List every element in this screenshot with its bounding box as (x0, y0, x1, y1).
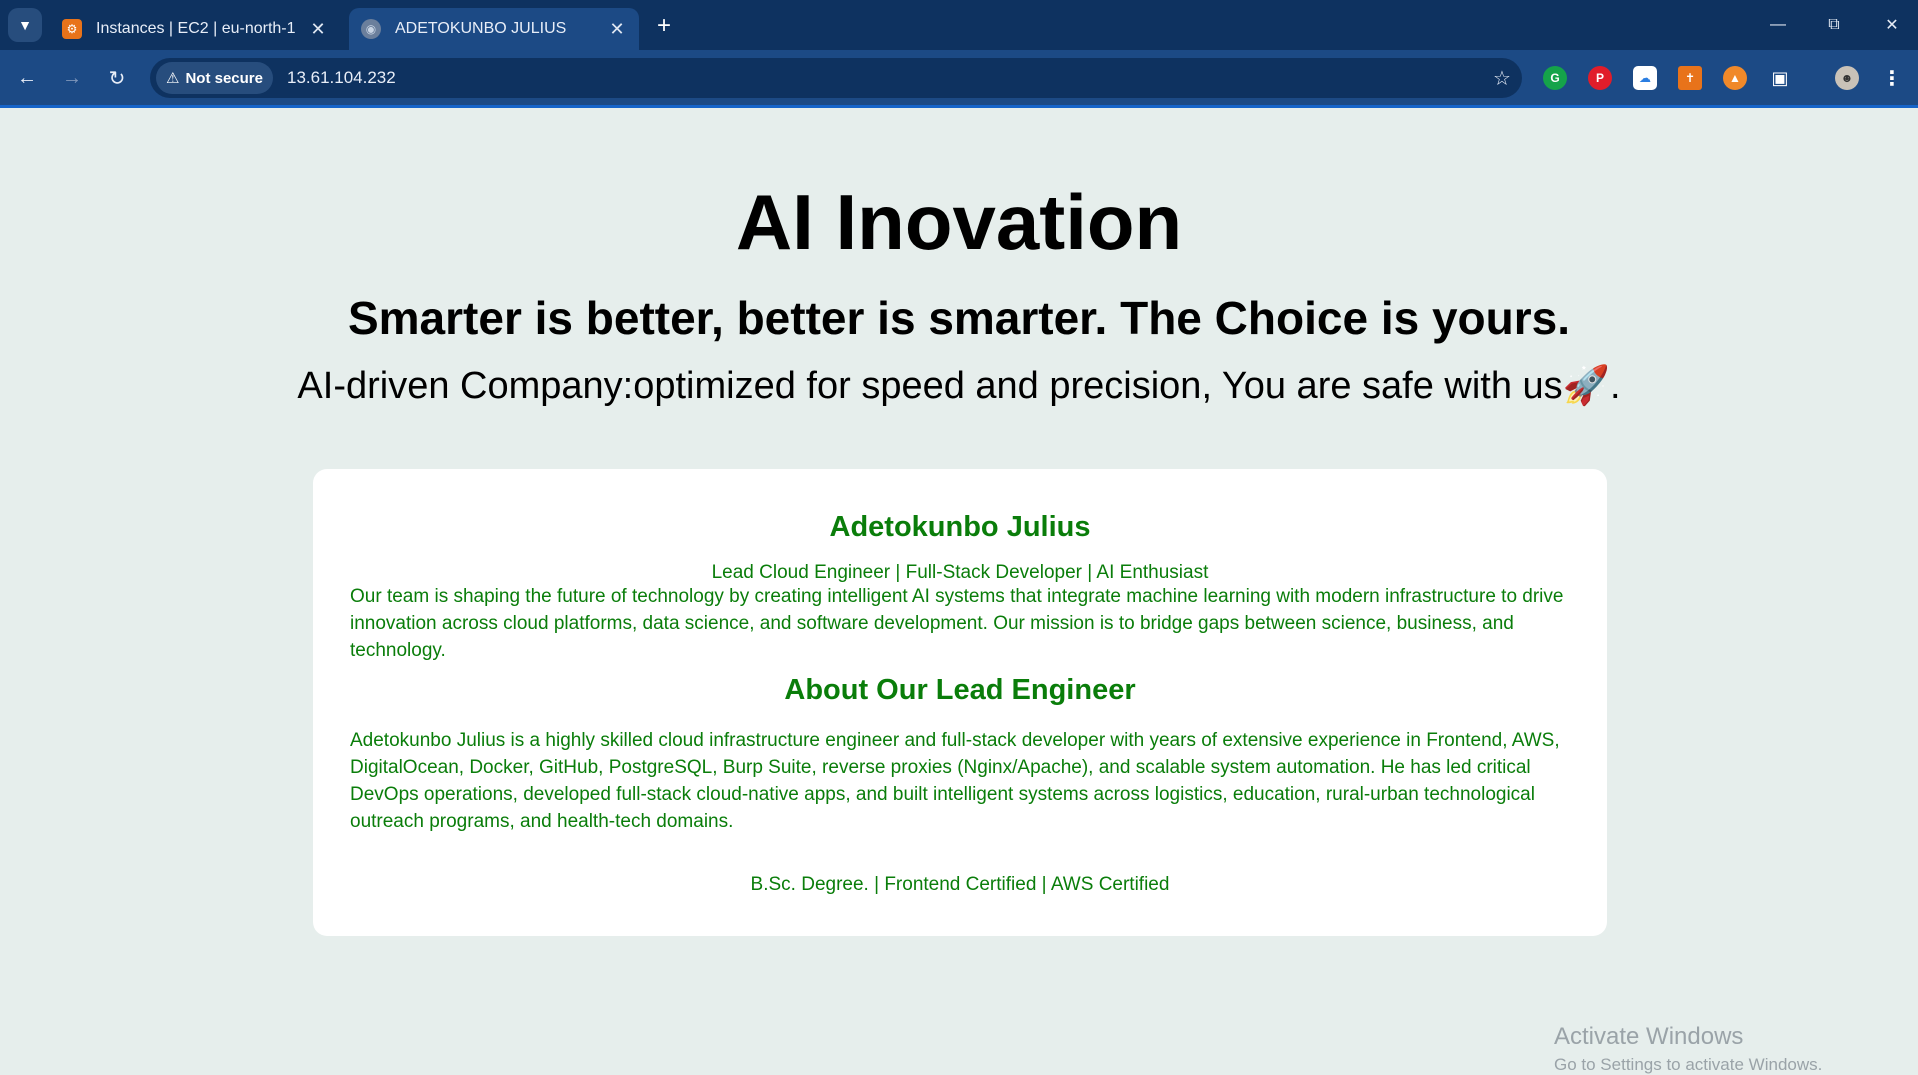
warning-icon: ⚠ (166, 70, 180, 87)
browser-toolbar: ← → ↻ ⚠ Not secure 13.61.104.232 ☆ G P ☁… (0, 50, 1918, 108)
restore-button[interactable]: ⧉ (1814, 8, 1854, 42)
new-tab-button[interactable]: + (650, 12, 678, 40)
cloud-extension-icon[interactable]: ☁ (1633, 66, 1657, 90)
mission-text: Our team is shaping the future of techno… (350, 586, 1564, 661)
tagline: Smarter is better, better is smarter. Th… (347, 292, 1571, 344)
plus-icon: + (656, 12, 671, 39)
site-info-chip[interactable]: ⚠ Not secure (156, 62, 273, 94)
url-text[interactable]: 13.61.104.232 (287, 68, 1482, 88)
tab-adetokunbo-julius[interactable]: ◉ ADETOKUNBO JULIUS ✕ (349, 8, 639, 50)
grammarly-icon[interactable]: G (1543, 66, 1567, 90)
globe-icon: ◉ (361, 19, 381, 39)
watermark-line1: Activate Windows (1554, 1023, 1744, 1050)
bookmark-star-icon[interactable]: ☆ (1482, 66, 1522, 91)
chevron-down-icon: ▼ (18, 17, 32, 33)
close-icon: ✕ (1885, 17, 1899, 34)
profile-avatar[interactable]: ☻ (1835, 66, 1859, 90)
windows-activation-watermark: Activate Windows Go to Settings to activ… (1554, 1023, 1822, 1075)
engineer-roles: Lead Cloud Engineer | Full-Stack Develop… (711, 562, 1209, 583)
reload-icon: ↻ (108, 67, 126, 90)
arrow-right-icon: → (62, 66, 82, 89)
watermark-line2: Go to Settings to activate Windows. (1554, 1055, 1823, 1074)
browser-menu-icon[interactable]: ⋮ (1880, 66, 1904, 90)
close-window-button[interactable]: ✕ (1872, 8, 1912, 42)
profile-card: Adetokunbo Julius Lead Cloud Engineer | … (313, 469, 1607, 936)
about-heading: About Our Lead Engineer (784, 674, 1136, 706)
arrow-left-icon: ← (17, 66, 37, 89)
credentials-text: B.Sc. Degree. | Frontend Certified | AWS… (750, 874, 1170, 895)
tab-title: Instances | EC2 | eu-north-1 (96, 20, 296, 37)
tab-ec2-instances[interactable]: ⚙ Instances | EC2 | eu-north-1 ✕ (50, 8, 340, 50)
extensions-puzzle-icon[interactable]: ▣ (1768, 66, 1792, 90)
metamask-icon[interactable]: ▲ (1723, 66, 1747, 90)
forward-button[interactable]: → (55, 61, 89, 95)
about-text: Adetokunbo Julius is a highly skilled cl… (350, 730, 1560, 832)
close-tab-icon[interactable]: ✕ (308, 19, 328, 40)
tab-search-button[interactable]: ▼ (8, 8, 42, 42)
restore-icon: ⧉ (1828, 16, 1840, 33)
engineer-name: Adetokunbo Julius (829, 511, 1091, 543)
tab-title: ADETOKUNBO JULIUS (395, 20, 567, 37)
hero-title: AI Inovation (735, 178, 1183, 266)
subtitle: AI-driven Company:optimized for speed an… (297, 365, 1621, 407)
reload-button[interactable]: ↻ (100, 61, 134, 95)
close-tab-icon[interactable]: ✕ (607, 19, 627, 40)
tool-extension-icon[interactable]: ✝ (1678, 66, 1702, 90)
security-label: Not secure (185, 69, 263, 87)
page-content: AI Inovation Smarter is better, better i… (0, 108, 1918, 1074)
aws-console-icon: ⚙ (62, 19, 82, 39)
minimize-button[interactable]: — (1758, 8, 1798, 42)
browser-tab-strip: ▼ ⚙ Instances | EC2 | eu-north-1 ✕ ◉ ADE… (0, 0, 1918, 50)
pinterest-icon[interactable]: P (1588, 66, 1612, 90)
address-bar[interactable]: ⚠ Not secure 13.61.104.232 ☆ (150, 58, 1522, 98)
back-button[interactable]: ← (10, 61, 44, 95)
minimize-icon: — (1770, 16, 1786, 33)
